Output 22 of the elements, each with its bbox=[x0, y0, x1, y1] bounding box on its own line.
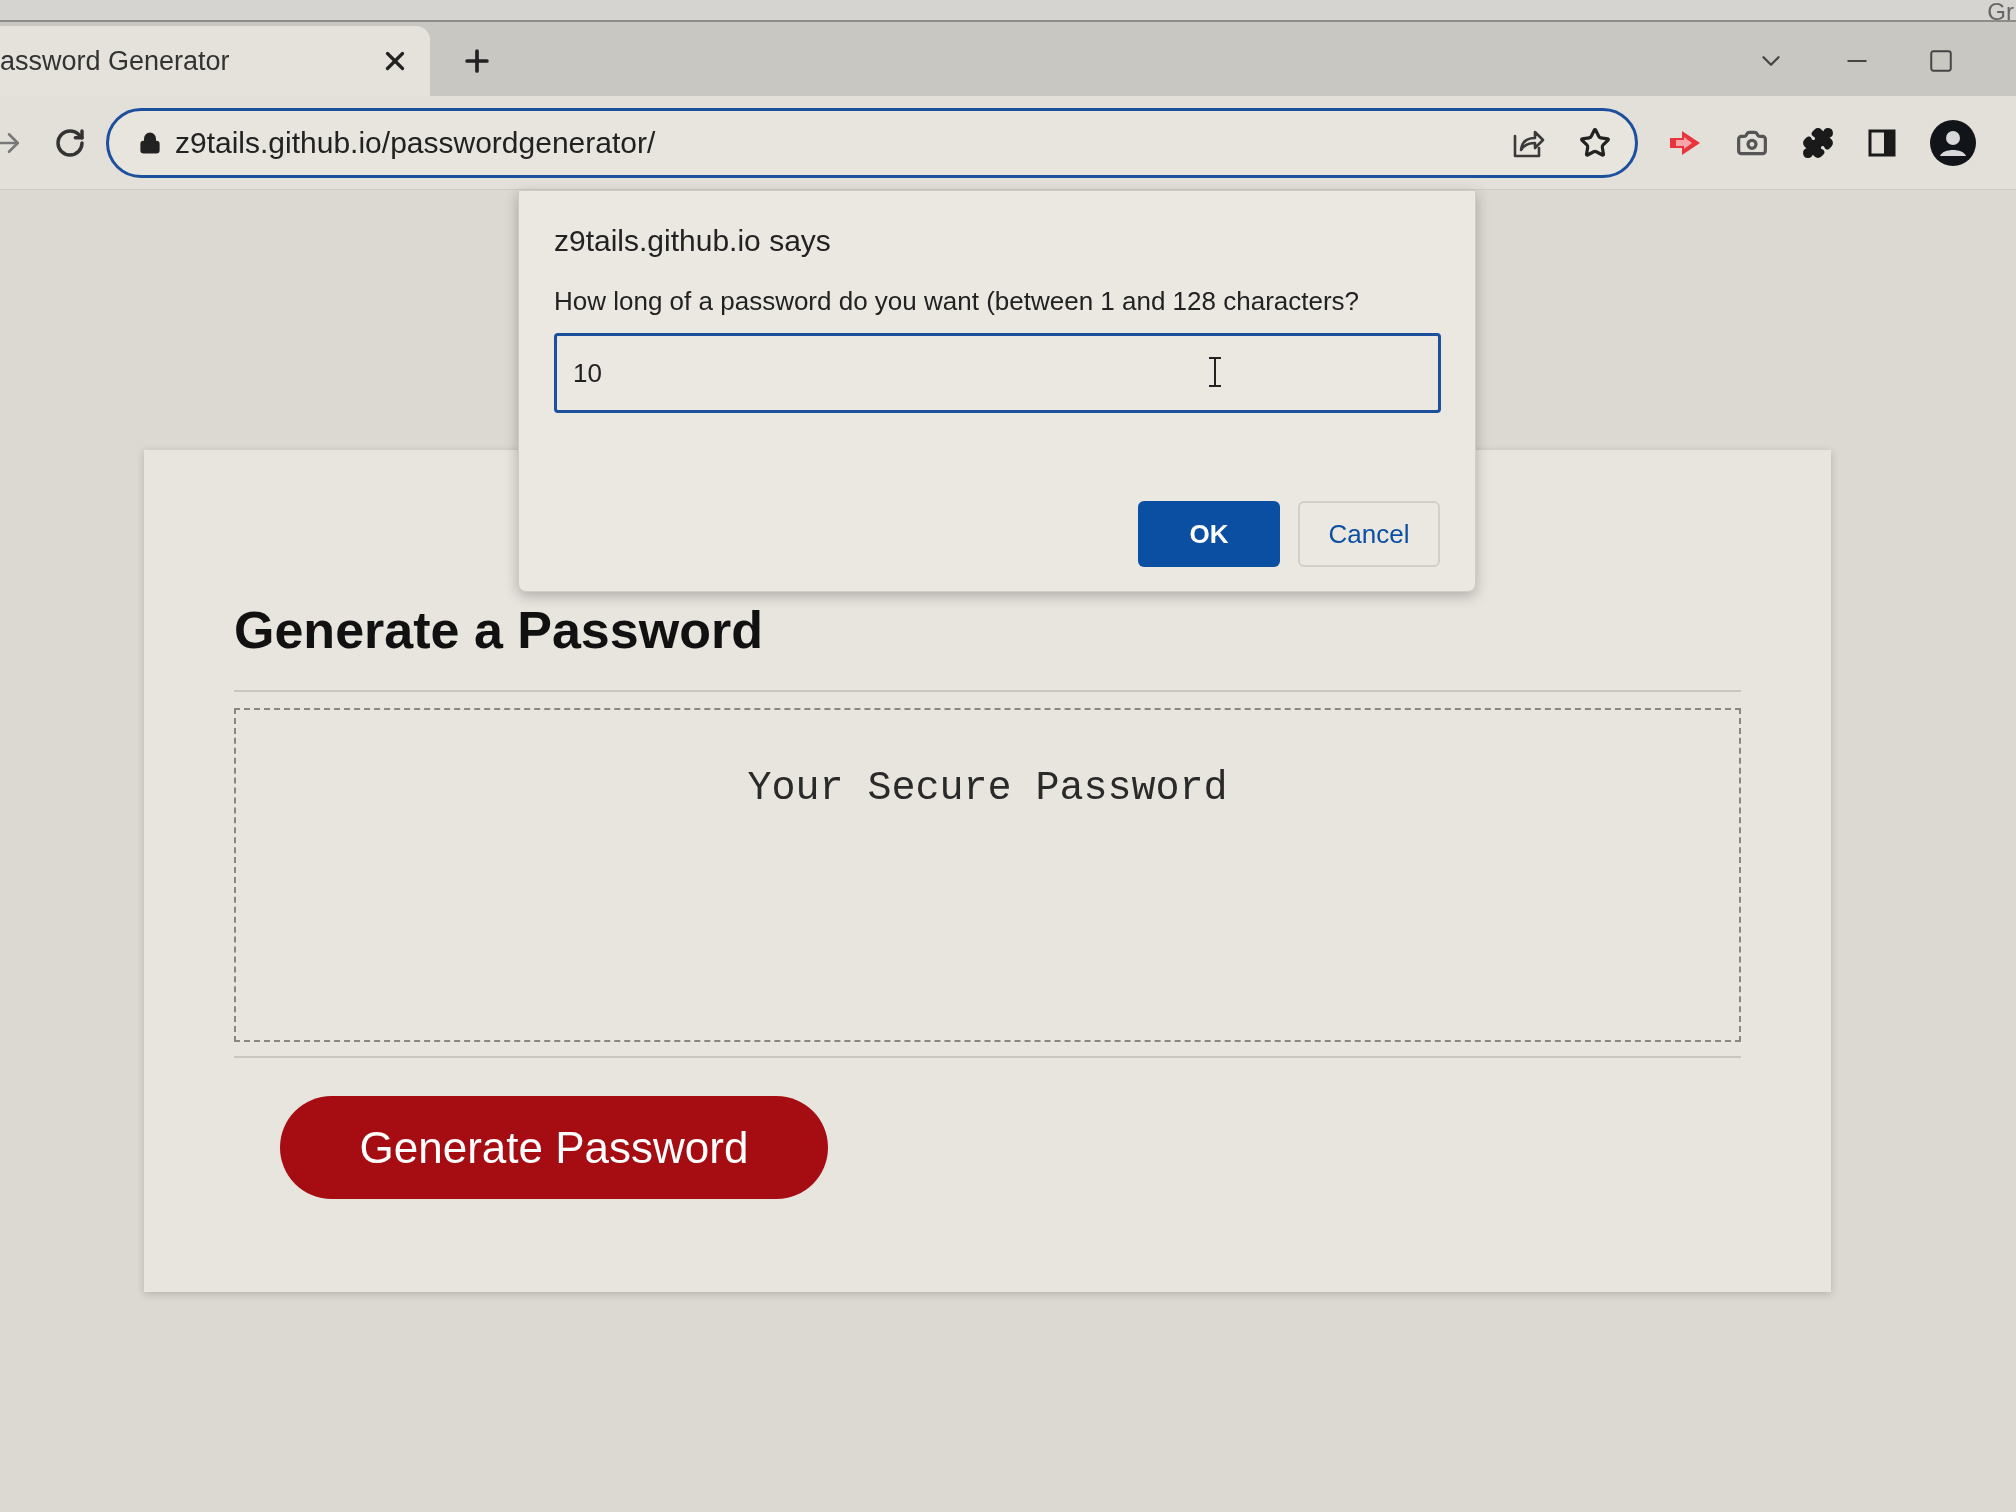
maximize-icon[interactable] bbox=[1928, 48, 1954, 74]
dialog-title: z9tails.github.io says bbox=[554, 223, 832, 259]
generate-password-button[interactable]: Generate Password bbox=[280, 1096, 828, 1199]
browser-tab[interactable]: assword Generator bbox=[0, 26, 430, 96]
ok-button[interactable]: OK bbox=[1138, 501, 1280, 567]
bookmark-star-icon[interactable] bbox=[1579, 126, 1611, 159]
tab-title: assword Generator bbox=[0, 44, 231, 78]
address-bar[interactable]: z9tails.github.io/passwordgenerator/ bbox=[106, 107, 1638, 178]
text-cursor-icon bbox=[1208, 357, 1222, 387]
arrow-extension-icon[interactable] bbox=[1668, 128, 1702, 157]
url-text: z9tails.github.io/passwordgenerator/ bbox=[175, 125, 657, 161]
card-heading: Generate a Password bbox=[234, 600, 764, 660]
dialog-message: How long of a password do you want (between 1 and 128 characters? bbox=[554, 285, 1361, 318]
side-panel-icon[interactable] bbox=[1868, 128, 1896, 157]
password-output-field[interactable]: Your Secure Password bbox=[234, 708, 1741, 1042]
cancel-button[interactable]: Cancel bbox=[1298, 501, 1440, 567]
puzzle-icon[interactable] bbox=[1802, 126, 1834, 159]
avatar-icon[interactable] bbox=[1930, 119, 1976, 166]
length-input-field[interactable]: 10 bbox=[554, 333, 1441, 413]
reload-icon[interactable] bbox=[54, 126, 86, 159]
lock-icon bbox=[139, 131, 161, 154]
window-text: Gr bbox=[1987, 0, 2014, 24]
